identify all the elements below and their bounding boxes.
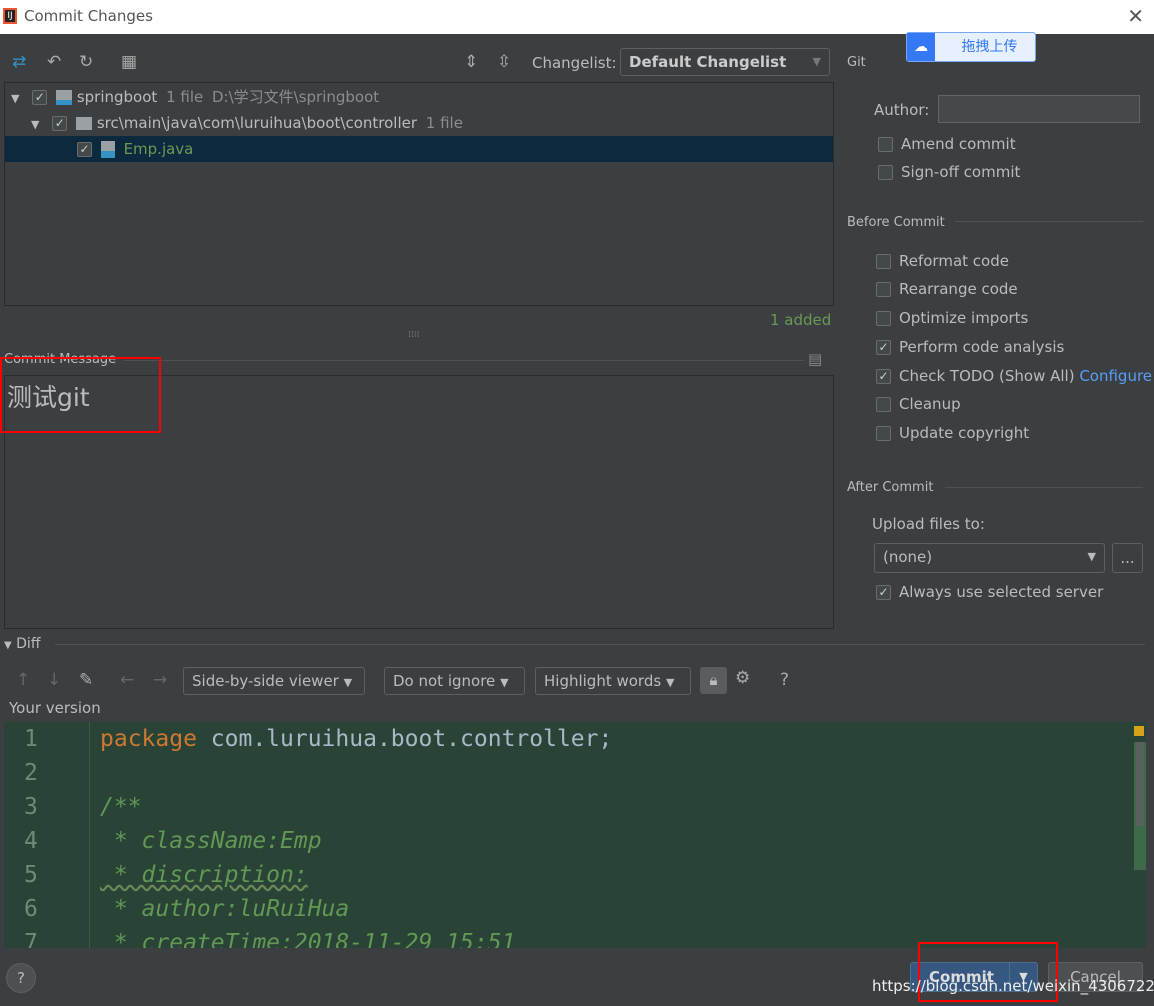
help-button[interactable]: ? [6,963,36,993]
your-version-label: Your version [9,699,101,717]
upload-server-select[interactable]: (none) ▼ [874,543,1105,573]
checkbox [876,282,891,297]
close-icon[interactable]: ✕ [1127,4,1144,28]
changelist-label: Changelist: [532,54,617,72]
chevron-down-icon: ▼ [500,676,509,689]
check-todo-checkbox[interactable]: ✓ Check TODO (Show All) Configure [876,367,1152,385]
after-commit-title: After Commit [847,480,934,495]
checkbox: ✓ [876,369,891,384]
cloud-icon: ☁ [907,33,935,61]
watermark: https://blog.csdn.net/weixin_43067223 [872,977,1154,995]
changes-summary: 1 added [770,311,832,329]
expand-arrow-icon[interactable]: ▼ [11,92,19,105]
prev-change-icon[interactable]: ↑ [16,670,30,690]
update-copyright-checkbox[interactable]: Update copyright [876,424,1029,442]
checkbox [876,311,891,326]
highlight-box [0,357,161,433]
optimize-imports-checkbox[interactable]: Optimize imports [876,309,1028,327]
code-line: package com.luruihua.boot.controller; [100,726,613,752]
highlight-select[interactable]: Highlight words ▼ [535,667,691,695]
tree-node-package[interactable]: ▼ ✓ src\main\java\com\luruihua\boot\cont… [5,110,833,136]
forward-icon[interactable]: → [153,670,167,690]
help-icon[interactable]: ? [780,670,789,690]
tree-node-file[interactable]: ✓ Emp.java [5,136,833,162]
checkbox[interactable]: ✓ [32,90,48,105]
code-editor[interactable]: 1 2 3 4 5 6 7 package com.luruihua.boot.… [4,722,1146,948]
expand-arrow-icon: ▼ [4,640,12,651]
checkbox [878,165,893,180]
browse-servers-button[interactable]: ... [1112,543,1143,573]
warning-marker [1134,726,1144,736]
code-line: * createTime:2018-11-29 15:51 [100,930,516,948]
divider [55,644,1145,645]
scrollbar[interactable] [1134,742,1146,870]
expand-arrow-icon[interactable]: ▼ [31,118,39,131]
chevron-down-icon: ▼ [665,676,675,689]
checkbox[interactable]: ✓ [77,142,92,157]
amend-commit-checkbox[interactable]: Amend commit [878,135,1016,153]
changelist-select[interactable]: Default Changelist ▼ [620,48,830,76]
cleanup-checkbox[interactable]: Cleanup [876,395,961,413]
edit-icon[interactable]: ✎ [79,670,93,690]
checkbox [878,137,893,152]
chevron-down-icon: ▼ [812,55,821,68]
baidu-upload-button[interactable]: ☁ 拖拽上传 [906,32,1036,62]
code-line: /** [100,794,142,820]
group-by-icon[interactable]: ▦ [121,52,137,72]
chevron-down-icon: ▼ [343,676,353,689]
splitter-handle[interactable]: ⁞⁞⁞⁞ [408,330,419,340]
upload-label: Upload files to: [872,515,985,533]
move-icon[interactable]: ⇄ [12,52,26,72]
before-commit-title: Before Commit [847,215,945,230]
perform-code-analysis-checkbox[interactable]: ✓ Perform code analysis [876,338,1064,356]
author-label: Author: [874,101,930,119]
always-use-server-checkbox[interactable]: ✓ Always use selected server [876,583,1103,601]
diff-toggle[interactable]: ▼ Diff [4,636,40,652]
ignore-select[interactable]: Do not ignore ▼ [384,667,525,695]
checkbox [876,254,891,269]
configure-link[interactable]: Configure [1079,367,1152,385]
module-icon [56,90,73,105]
checkbox: ✓ [876,585,891,600]
back-icon[interactable]: ← [120,670,134,690]
chevron-down-icon: ▼ [1087,550,1096,563]
checkbox: ✓ [876,340,891,355]
code-line: * className:Emp [100,828,322,854]
expand-all-icon[interactable]: ⇕ [464,52,478,72]
title-bar: IJ Commit Changes ✕ [0,0,1154,34]
history-icon[interactable]: ▤ [808,350,822,368]
folder-icon [76,117,93,130]
next-change-icon[interactable]: ↓ [47,670,61,690]
checkbox[interactable]: ✓ [52,116,68,131]
checkbox [876,426,891,441]
gear-icon[interactable]: ⚙ [735,668,750,688]
undo-icon[interactable]: ↶ [47,52,61,72]
code-line: * discription: [100,862,308,888]
divider [945,487,1143,488]
line-gutter: 1 2 3 4 5 6 7 [4,722,90,948]
author-input[interactable] [938,95,1140,123]
tree-node-springboot[interactable]: ▼ ✓ springboot 1 file D:\学习文件\springboot [5,84,833,110]
app-icon: IJ [3,8,17,24]
divider [955,221,1143,222]
divider [124,360,804,361]
code-line: * author:luRuiHua [100,896,350,922]
signoff-commit-checkbox[interactable]: Sign-off commit [878,163,1020,181]
reformat-code-checkbox[interactable]: Reformat code [876,252,1009,270]
refresh-icon[interactable]: ↻ [79,52,93,72]
lock-icon[interactable]: 🔒︎ [700,667,727,694]
rearrange-code-checkbox[interactable]: Rearrange code [876,280,1018,298]
collapse-all-icon[interactable]: ⇳ [497,52,511,72]
window-title: Commit Changes [24,7,153,25]
java-file-icon [100,141,115,158]
git-section-title: Git [847,55,866,70]
viewer-select[interactable]: Side-by-side viewer ▼ [183,667,365,695]
changes-tree[interactable]: ▼ ✓ springboot 1 file D:\学习文件\springboot… [4,82,834,306]
checkbox [876,397,891,412]
